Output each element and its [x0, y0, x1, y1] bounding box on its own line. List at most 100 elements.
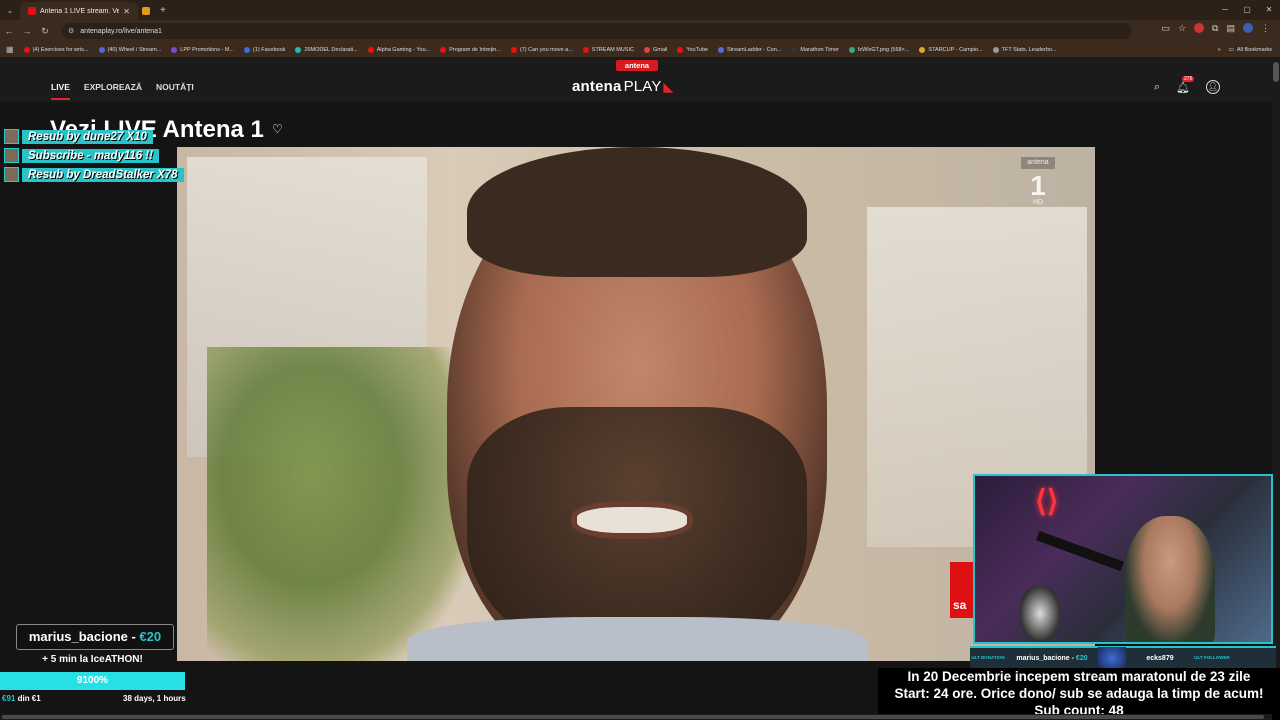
channel-hd-label: HD: [1032, 199, 1044, 206]
alert-avatar: [4, 129, 19, 144]
alert-item: Resub by dune27 X10: [4, 129, 184, 144]
page-scrollbar[interactable]: [1272, 58, 1280, 720]
streamer-webcam: ⟨⟩: [973, 474, 1273, 644]
bookmarks-bar: ▦ (4) Exercises for wris... (40) Wheel /…: [0, 42, 1280, 58]
url-field[interactable]: ⚙ antenaplay.ro/live/antena1: [62, 23, 1132, 39]
logo-mark-icon: ◣: [663, 79, 674, 94]
cam-donor: marius_bacione - €20: [1006, 655, 1098, 662]
ult-donation-label: ULT DONATION: [971, 655, 1005, 660]
bookmark-item[interactable]: YouTube: [677, 46, 708, 53]
browser-tab-bar: ⌄ Antena 1 LIVE stream. Vezi onl... ✕ + …: [0, 0, 1280, 20]
back-icon[interactable]: ←: [0, 26, 18, 36]
video-person-shirt: [407, 617, 867, 661]
ult-follower-label: ULT FOLLOWER: [1194, 655, 1230, 660]
sub-alerts: Resub by dune27 X10 Subscribe - mady116 …: [4, 129, 184, 186]
user-account-icon[interactable]: 👤︎: [1206, 80, 1220, 94]
all-bookmarks-folder[interactable]: ▭ All Bookmarks: [1229, 47, 1272, 53]
alert-item: Resub by DreadStalker X78: [4, 167, 184, 182]
more-bookmarks-icon[interactable]: »: [1218, 47, 1221, 53]
goal-raised: €91: [2, 694, 16, 703]
window-controls: ─ ▢ ✕: [1214, 0, 1280, 20]
donor-amount: €20: [139, 629, 162, 644]
bookmark-item[interactable]: StreamLadder - Con...: [717, 46, 781, 53]
reload-icon[interactable]: ↻: [36, 26, 54, 37]
bookmark-item[interactable]: 26MODEL Declarati...: [295, 46, 358, 53]
minimize-icon[interactable]: ─: [1214, 0, 1236, 20]
header-actions: ⌕ 🔔︎ 276 👤︎: [1154, 75, 1220, 94]
neon-sign: ⟨⟩: [1035, 485, 1059, 518]
nav-live[interactable]: LIVE: [51, 82, 70, 100]
close-tab-icon[interactable]: ✕: [123, 7, 130, 16]
bookmark-item[interactable]: (40) Wheel / Stream...: [98, 46, 161, 53]
donation-bonus-text: + 5 min la IceATHON!: [42, 654, 143, 665]
apps-grid-icon[interactable]: ▦: [6, 45, 14, 54]
bookmark-item[interactable]: fzWlxGT.png (568×...: [848, 46, 909, 53]
restore-icon[interactable]: ▢: [1236, 0, 1258, 20]
scrollbar-thumb[interactable]: [1273, 62, 1279, 82]
alert-avatar: [4, 148, 19, 163]
bookmark-item[interactable]: (1) Facebook: [244, 46, 285, 53]
bookmark-star-icon[interactable]: ☆: [1178, 23, 1186, 34]
nav-exploreaza[interactable]: EXPLOREAZĂ: [84, 82, 142, 100]
url-text: antenaplay.ro/live/antena1: [80, 27, 162, 35]
alert-avatar: [4, 167, 19, 182]
extension-icon[interactable]: [1194, 23, 1205, 33]
antenaplay-logo[interactable]: antena PLAY ◣: [572, 78, 673, 95]
marathon-announcement: In 20 Decembrie incepem stream maratonul…: [878, 668, 1280, 720]
logo-text: antena: [572, 78, 622, 95]
bookmark-item[interactable]: TFT Stats, Leaderbo...: [992, 46, 1057, 53]
bookmark-item[interactable]: STREAM MUSIC: [582, 46, 634, 53]
alert-text: Subscribe - mady116 !!: [22, 148, 160, 163]
bookmark-item[interactable]: STARCUP - Campio...: [919, 46, 983, 53]
bookmark-item[interactable]: Program de întreţin...: [440, 46, 501, 53]
nav-noutati[interactable]: NOUTĂȚI: [156, 82, 194, 100]
goal-target: din €1: [15, 694, 41, 703]
tab-title: Antena 1 LIVE stream. Vezi onl...: [40, 7, 120, 15]
webcam-info-bar: ULT DONATION marius_bacione - €20 ecks87…: [970, 646, 1276, 669]
marathon-line: Start: 24 ore. Orice dono/ sub se adauga…: [894, 686, 1264, 701]
cam-donor-amount: €20: [1075, 654, 1088, 662]
video-person-mouth: [577, 507, 687, 533]
cast-icon[interactable]: ▭: [1161, 23, 1170, 34]
video-person-hair: [467, 147, 807, 277]
tab-antena[interactable]: Antena 1 LIVE stream. Vezi onl... ✕: [20, 2, 138, 20]
bookmark-item[interactable]: (7) Can you move a...: [510, 46, 573, 53]
menu-dots-icon[interactable]: ⋮: [1261, 23, 1270, 34]
site-info-icon[interactable]: ⚙: [68, 27, 74, 35]
tab-pinned[interactable]: [138, 2, 154, 20]
latest-donation-box: marius_bacione - €20: [16, 624, 174, 650]
horizontal-scrollbar-thumb[interactable]: [2, 715, 1264, 719]
address-bar-row: ← → ↻ ⚙ antenaplay.ro/live/antena1 ▭ ☆ ⧉…: [0, 20, 1280, 42]
cam-donor-name: marius_bacione -: [1016, 654, 1076, 662]
bookmark-item[interactable]: Alpha Gaming - You...: [367, 46, 430, 53]
channel-watermark-small: antena: [1021, 157, 1055, 169]
extensions-puzzle-icon[interactable]: ⧉: [1212, 23, 1218, 34]
bookmark-item[interactable]: Gmail: [643, 46, 667, 53]
search-icon[interactable]: ⌕: [1154, 81, 1160, 94]
alert-text: Resub by DreadStalker X78: [22, 167, 184, 182]
donor-name: marius_bacione -: [28, 629, 140, 644]
favorite-heart-icon[interactable]: ♡: [272, 122, 283, 136]
goal-amount: €91 din €1: [2, 694, 41, 703]
toolbar-right: ▭ ☆ ⧉ ▤ ⋮: [1161, 23, 1270, 34]
profile-avatar[interactable]: [1243, 23, 1253, 33]
tab-search-icon[interactable]: ⌄: [0, 0, 20, 20]
antena-favicon-icon: [28, 7, 36, 15]
bookmark-item[interactable]: Marathon Timer: [791, 46, 839, 53]
audio-tab-icon: [142, 7, 150, 15]
close-window-icon[interactable]: ✕: [1258, 0, 1280, 20]
new-tab-icon[interactable]: +: [160, 5, 166, 16]
bookmark-item[interactable]: (4) Exercises for wris...: [23, 46, 89, 53]
antena-badge[interactable]: antena: [616, 60, 658, 71]
alert-item: Subscribe - mady116 !!: [4, 148, 184, 163]
channel-watermark: antena 1 HD: [1021, 157, 1055, 206]
marathon-line: In 20 Decembrie incepem stream maratonul…: [907, 669, 1251, 684]
site-header: antena LIVE EXPLOREAZĂ NOUTĂȚI antena PL…: [0, 58, 1272, 102]
notifications-bell-icon[interactable]: 🔔︎ 276: [1176, 75, 1195, 94]
sidebar-icon[interactable]: ▤: [1226, 23, 1235, 34]
horizontal-scrollbar[interactable]: [0, 714, 1272, 720]
forward-icon[interactable]: →: [18, 26, 36, 36]
video-side-tab: sa: [950, 562, 973, 618]
bookmark-item[interactable]: LPP Promotions - M...: [171, 46, 234, 53]
streamer-person: [1125, 516, 1215, 642]
